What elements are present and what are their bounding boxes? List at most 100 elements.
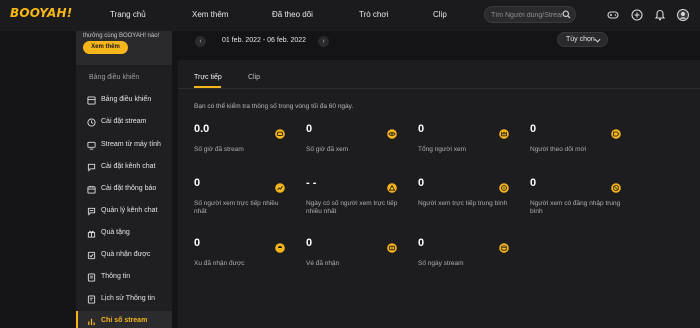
stat-label: Người xem trực tiếp trung bình: [418, 200, 508, 207]
sidebar-item-stream-settings[interactable]: Cài đặt stream: [76, 112, 172, 132]
stat-value: 0: [530, 123, 537, 135]
tab-clip[interactable]: Clip: [248, 74, 260, 81]
stat-value: 0: [530, 177, 537, 189]
sidebar-item-label: Cài đặt thông báo: [101, 185, 157, 192]
stat-label: Người xem có đăng nhập trung bình: [530, 200, 621, 215]
promo-text: thưởng cùng BOOYAH! nào!: [83, 33, 160, 39]
stat-value: 0: [418, 177, 425, 189]
top-navigation-bar: BOOYAH! Trang chủ Xem thêm Đã theo dõi T…: [0, 0, 700, 31]
login-icon: [611, 183, 621, 193]
sidebar-item-label: Quà tặng: [101, 229, 130, 236]
sidebar-item-label: Cài đặt kênh chat: [101, 163, 156, 170]
sidebar-item-label: Thông tin: [101, 273, 131, 280]
stat-card-average-live-viewers: 0 Người xem trực tiếp trung bình: [418, 177, 523, 223]
sidebar-item-dashboard[interactable]: Bảng điều khiển: [76, 90, 172, 110]
nav-following[interactable]: Đã theo dõi: [272, 10, 313, 19]
stat-card-stream-days: 0 Số ngày stream: [418, 237, 523, 283]
see-more-button[interactable]: Xem thêm: [83, 41, 128, 54]
history-icon: [87, 295, 96, 304]
stat-card-total-viewers: 0 Tổng người xem: [418, 123, 523, 169]
nav-home[interactable]: Trang chủ: [110, 10, 146, 19]
manage-chat-icon: [87, 207, 96, 216]
sidebar-item-chat-settings[interactable]: Cài đặt kênh chat: [76, 157, 172, 177]
sidebar-item-label: Bảng điều khiển: [101, 96, 152, 103]
stat-card-coins-received: 0 Xu đã nhận được: [194, 237, 299, 283]
stat-card-hours-watched: 0 Số giờ đã xem: [306, 123, 411, 169]
clock-icon: [87, 118, 96, 127]
stat-card-average-logged-in-viewers: 0 Người xem có đăng nhập trung bình: [530, 177, 635, 223]
sidebar-item-stream-stats[interactable]: Chỉ số stream: [76, 311, 172, 328]
stat-value: 0: [418, 237, 425, 249]
stat-label: Ngày có số người xem trực tiếp nhiều nhấ…: [306, 200, 398, 215]
tv-icon: [275, 129, 285, 139]
tag-icon: [611, 129, 621, 139]
target-icon: [499, 183, 509, 193]
sidebar-item-information[interactable]: Thông tin: [76, 267, 172, 287]
sidebar-item-gifts[interactable]: Quà tặng: [76, 223, 172, 243]
stat-value: 0: [194, 237, 201, 249]
sidebar-item-information-history[interactable]: Lịch sử Thông tin: [76, 289, 172, 309]
sidebar-item-label: Lịch sử Thông tin: [101, 295, 155, 302]
stat-label: Người theo dõi mới: [530, 146, 587, 153]
dashboard-icon: [87, 96, 96, 105]
avatar[interactable]: [676, 8, 690, 22]
bell-icon[interactable]: [653, 8, 667, 22]
sidebar-heading: Bảng điều khiển: [89, 74, 140, 81]
ticket-icon: [387, 243, 397, 253]
stat-card-new-followers: 0 Người theo dõi mới: [530, 123, 635, 169]
sidebar-item-chat-management[interactable]: Quản lý kênh chat: [76, 201, 172, 221]
warning-icon: [387, 183, 397, 193]
tab-live[interactable]: Trực tiếp: [194, 74, 222, 81]
gift-icon: [87, 230, 96, 238]
nav-games[interactable]: Trò chơi: [359, 10, 388, 19]
chart-icon: [275, 183, 285, 193]
sidebar-item-label: Chỉ số stream: [101, 317, 148, 324]
stat-value: 0.0: [194, 123, 210, 135]
add-circle-icon[interactable]: [630, 8, 644, 22]
stat-value: 0: [306, 237, 313, 249]
booyah-logo[interactable]: BOOYAH!: [10, 6, 72, 20]
stat-value: 0: [306, 123, 313, 135]
tab-divider: [178, 88, 700, 89]
eye-icon: [387, 129, 397, 139]
date-range: 01 feb. 2022 - 06 feb. 2022: [222, 37, 307, 44]
options-label: Tùy chọn: [566, 36, 595, 43]
calendar-icon: [87, 185, 96, 194]
stat-label: Tổng người xem: [418, 146, 466, 153]
options-dropdown[interactable]: Tùy chọn: [557, 32, 608, 47]
stat-card-hours-streamed: 0.0 Số giờ đã stream: [194, 123, 299, 169]
date-next-button[interactable]: ›: [318, 36, 329, 47]
nav-browse[interactable]: Xem thêm: [192, 10, 228, 19]
search-box[interactable]: [484, 6, 576, 23]
date-prev-button[interactable]: ‹: [195, 36, 206, 47]
search-icon[interactable]: [562, 10, 571, 19]
sidebar-item-label: Quản lý kênh chat: [101, 207, 158, 214]
calendar-days-icon: [499, 243, 509, 253]
stat-card-peak-viewers: 0 Số người xem trực tiếp nhiều nhất: [194, 177, 299, 223]
stat-label: Số giờ đã xem: [306, 146, 349, 153]
coin-icon: [275, 243, 285, 253]
stat-label: Xu đã nhận được: [194, 260, 245, 267]
sidebar-item-stream-from-pc[interactable]: Stream từ máy tính: [76, 135, 172, 155]
nav-clip[interactable]: Clip: [433, 10, 447, 19]
stats-icon: [88, 318, 95, 326]
chevron-down-icon: [594, 38, 601, 43]
received-gift-icon: [87, 251, 96, 260]
search-input[interactable]: [491, 10, 563, 20]
gamepad-icon[interactable]: [606, 8, 620, 22]
stat-value: - -: [306, 177, 317, 189]
chat-icon: [87, 163, 96, 172]
stat-label: Số giờ đã stream: [194, 146, 244, 153]
sidebar-item-notification-settings[interactable]: Cài đặt thông báo: [76, 179, 172, 199]
stat-value: 0: [418, 123, 425, 135]
stat-card-peak-viewers-date: - - Ngày có số người xem trực tiếp nhiều…: [306, 177, 411, 223]
stats-panel: Trực tiếp Clip Bạn có thể kiểm tra thông…: [178, 60, 700, 328]
sidebar-item-received-gifts[interactable]: Quà nhận được: [76, 245, 172, 265]
range-note: Bạn có thể kiểm tra thông số trong vòng …: [194, 103, 354, 110]
stat-value: 0: [194, 177, 201, 189]
crown-icon: [499, 129, 509, 139]
stat-label: Số người xem trực tiếp nhiều nhất: [194, 200, 279, 215]
promo-banner: thưởng cùng BOOYAH! nào! Xem thêm: [76, 31, 172, 65]
sidebar-item-label: Stream từ máy tính: [101, 141, 161, 148]
stat-card-tickets-received: 0 Vé đã nhận: [306, 237, 411, 283]
